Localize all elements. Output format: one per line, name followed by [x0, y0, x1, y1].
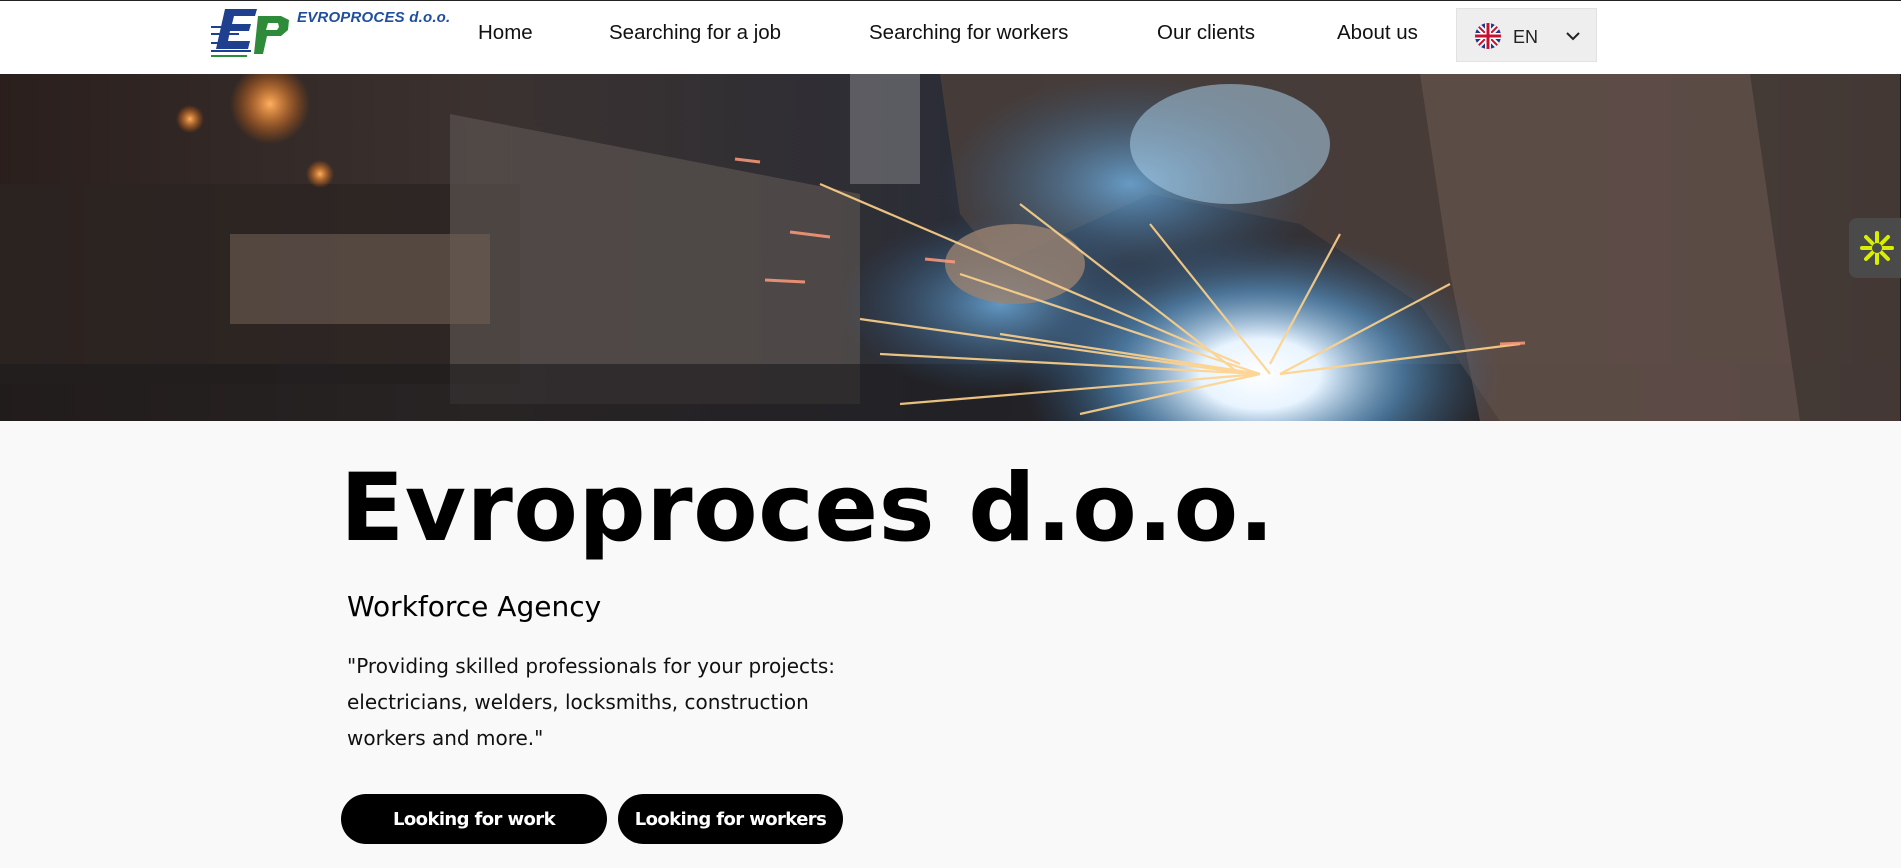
chevron-down-icon — [1566, 32, 1580, 41]
site-header: EVROPROCES d.o.o. Home Searching for a j… — [0, 0, 1901, 74]
language-code: EN — [1513, 27, 1539, 47]
uk-flag-icon — [1475, 23, 1501, 49]
language-selector[interactable]: EN — [1456, 8, 1597, 62]
hero-image — [0, 74, 1901, 421]
nav-searching-for-a-job[interactable]: Searching for a job — [609, 21, 781, 45]
nav-home[interactable]: Home — [478, 21, 533, 45]
accessibility-widget[interactable] — [1849, 218, 1901, 278]
looking-for-workers-button[interactable]: Looking for workers — [618, 794, 843, 844]
nav-our-clients[interactable]: Our clients — [1157, 21, 1255, 45]
welder-sparks-photo — [0, 74, 1901, 421]
page-title: Evroproces d.o.o. — [340, 454, 1275, 563]
company-logo[interactable]: EVROPROCES d.o.o. — [211, 6, 451, 64]
looking-for-work-button[interactable]: Looking for work — [341, 794, 607, 844]
page-subtitle: Workforce Agency — [347, 590, 602, 623]
tagline-quote: "Providing skilled professionals for you… — [347, 654, 836, 750]
accessibility-asterisk-icon — [1860, 231, 1894, 265]
nav-searching-for-workers[interactable]: Searching for workers — [869, 21, 1068, 45]
nav-about-us[interactable]: About us — [1337, 21, 1418, 45]
logo-text: EVROPROCES d.o.o. — [297, 9, 451, 26]
ep-logo-icon — [211, 9, 289, 57]
